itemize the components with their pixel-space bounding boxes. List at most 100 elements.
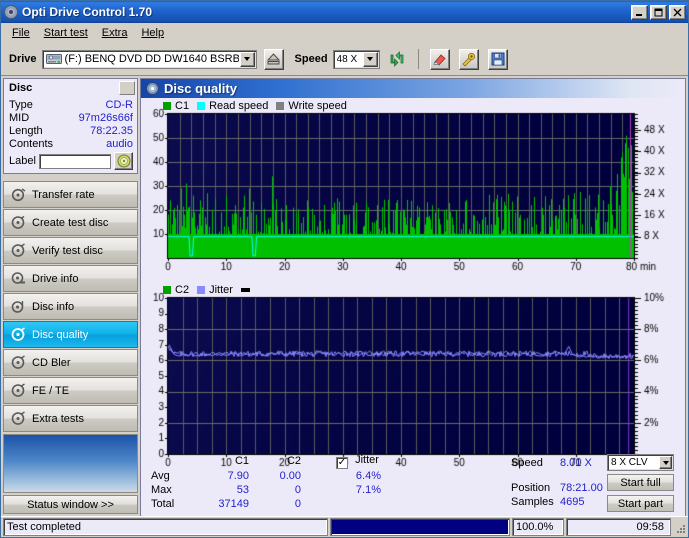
stats-samples-value: 4695 bbox=[560, 496, 585, 508]
minimize-button[interactable] bbox=[631, 4, 648, 20]
sidebar-item-label: Extra tests bbox=[32, 412, 84, 425]
stats-samples-key: Samples bbox=[511, 496, 554, 508]
legend-swatch-c2 bbox=[163, 286, 171, 294]
sidebar-item-label: Drive info bbox=[32, 272, 79, 285]
tools-icon bbox=[462, 52, 476, 67]
disc-icon bbox=[146, 82, 159, 95]
eraser-icon bbox=[433, 53, 446, 66]
menu-bar: File Start test Extra Help bbox=[1, 23, 688, 43]
sidebar-item-label: FE / TE bbox=[32, 384, 70, 397]
erase-button[interactable] bbox=[427, 47, 452, 71]
speed-select-chevron-down-icon[interactable] bbox=[362, 51, 378, 67]
stats-position-value: 78:21.00 bbox=[560, 482, 603, 494]
sidebar-filler bbox=[3, 434, 138, 493]
resize-grip-icon[interactable] bbox=[673, 521, 686, 534]
legend-swatch-read-speed bbox=[197, 102, 206, 110]
menu-extra-label: Extra bbox=[101, 26, 128, 39]
jitter-checkbox[interactable]: ✓ Jitter bbox=[336, 454, 379, 469]
disc-icon bbox=[11, 383, 26, 398]
bottom-chart-legend: C2 Jitter bbox=[163, 284, 250, 296]
sidebar-item-transfer-rate[interactable]: Transfer rate bbox=[3, 181, 138, 208]
legend-label-c1: C1 bbox=[175, 100, 190, 112]
status-bar: Test completed 100.0% 09:58 bbox=[1, 516, 688, 537]
status-message: Test completed bbox=[3, 518, 328, 536]
sidebar-item-disc-info[interactable]: Disc info bbox=[3, 293, 138, 320]
main-header: Disc quality bbox=[141, 79, 685, 98]
stats-col-c2: C2 bbox=[286, 455, 301, 467]
disc-contents-key: Contents bbox=[9, 138, 54, 150]
test-speed-chevron-down-icon[interactable] bbox=[659, 456, 672, 469]
disc-icon bbox=[11, 271, 26, 286]
toolbar: Drive (F:) BENQ DVD DD DW1640 BSRB Speed… bbox=[1, 43, 688, 76]
stats-panel: C1 C2 ✓ Jitter Avg 7.90 0.00 6.4% Max 53… bbox=[141, 452, 685, 516]
sidebar-item-label: CD Bler bbox=[32, 356, 71, 369]
stats-row-total-label: Total bbox=[151, 498, 175, 510]
maximize-button[interactable] bbox=[650, 4, 667, 20]
legend-swatch-jitter bbox=[197, 286, 206, 294]
legend-label-read-speed: Read speed bbox=[209, 100, 269, 112]
tools-button[interactable] bbox=[456, 47, 481, 71]
disc-label-row: Label bbox=[9, 152, 133, 170]
stats-max-c2: 0 bbox=[294, 484, 301, 496]
menu-extra[interactable]: Extra bbox=[95, 25, 135, 41]
start-part-button[interactable]: Start part bbox=[607, 495, 674, 512]
speed-label: Speed bbox=[294, 53, 328, 65]
disc-cd-button[interactable] bbox=[114, 152, 133, 170]
drive-select[interactable]: (F:) BENQ DVD DD DW1640 BSRB bbox=[41, 49, 257, 69]
disc-length-key: Length bbox=[9, 125, 43, 137]
sidebar-nav: Transfer rate Create test disc Verify te… bbox=[3, 181, 138, 432]
disc-row-length: Length 78:22.35 bbox=[9, 125, 133, 138]
top-chart-legend: C1 Read speed Write speed bbox=[163, 100, 347, 112]
save-button[interactable] bbox=[485, 47, 510, 71]
menu-start-test[interactable]: Start test bbox=[37, 25, 95, 41]
menu-help-label: Help bbox=[141, 26, 165, 39]
speed-select[interactable]: 48 X bbox=[332, 49, 380, 69]
sidebar-item-verify-test-disc[interactable]: Verify test disc bbox=[3, 237, 138, 264]
menu-file[interactable]: File bbox=[5, 25, 37, 41]
eject-button[interactable] bbox=[261, 47, 286, 71]
disc-label-input[interactable] bbox=[38, 153, 111, 169]
stats-avg-jitter: 6.4% bbox=[355, 470, 381, 482]
stats-speed-value: 8.01 X bbox=[560, 457, 592, 469]
sidebar-item-label: Disc info bbox=[32, 300, 75, 313]
menu-file-label: File bbox=[12, 26, 30, 39]
stats-col-c1: C1 bbox=[234, 455, 249, 467]
window-title: Opti Drive Control 1.70 bbox=[22, 5, 153, 19]
disc-row-mid: MID 97m26s66f bbox=[9, 112, 133, 125]
stats-avg-c1: 7.90 bbox=[227, 470, 249, 482]
stats-avg-c2: 0.00 bbox=[279, 470, 301, 482]
status-window-button[interactable]: Status window >> bbox=[3, 495, 138, 514]
start-full-button[interactable]: Start full bbox=[607, 474, 674, 491]
disc-icon bbox=[11, 411, 26, 426]
app-window: Opti Drive Control 1.70 File Start test … bbox=[0, 0, 689, 538]
stats-row-max-label: Max bbox=[151, 484, 172, 496]
sidebar-item-cd-bler[interactable]: CD Bler bbox=[3, 349, 138, 376]
test-speed-select[interactable]: 8 X CLV bbox=[607, 454, 674, 471]
close-button[interactable] bbox=[669, 4, 686, 20]
progress-percent: 100.0% bbox=[512, 518, 564, 536]
disc-panel-button[interactable] bbox=[119, 81, 135, 95]
sidebar-item-disc-quality[interactable]: Disc quality bbox=[3, 321, 138, 348]
disc-type-value: CD-R bbox=[105, 99, 134, 111]
legend-label-c2: C2 bbox=[175, 284, 190, 296]
status-window-label: Status window >> bbox=[27, 498, 114, 511]
disc-info-rows: Type CD-R MID 97m26s66f Length 78:22.35 … bbox=[4, 97, 137, 173]
speed-value: 48 X bbox=[336, 53, 358, 65]
stats-total-c1: 37149 bbox=[218, 498, 249, 510]
test-speed-value: 8 X CLV bbox=[611, 457, 648, 468]
jitter-checkbox-box[interactable]: ✓ bbox=[336, 457, 348, 469]
legend-swatch-write-speed bbox=[276, 102, 285, 110]
disc-length-value: 78:22.35 bbox=[90, 125, 133, 137]
elapsed-time: 09:58 bbox=[566, 518, 671, 536]
menu-help[interactable]: Help bbox=[134, 25, 171, 41]
sidebar-item-create-test-disc[interactable]: Create test disc bbox=[3, 209, 138, 236]
sidebar-item-extra-tests[interactable]: Extra tests bbox=[3, 405, 138, 432]
toolbar-separator bbox=[417, 49, 419, 69]
sidebar-item-drive-info[interactable]: Drive info bbox=[3, 265, 138, 292]
drive-select-chevron-down-icon[interactable] bbox=[239, 51, 255, 67]
sidebar-item-fe-te[interactable]: FE / TE bbox=[3, 377, 138, 404]
refresh-button[interactable] bbox=[384, 47, 409, 71]
disc-label-key: Label bbox=[9, 155, 36, 167]
disc-panel-title: Disc bbox=[9, 82, 33, 94]
sidebar-item-label: Transfer rate bbox=[32, 188, 95, 201]
